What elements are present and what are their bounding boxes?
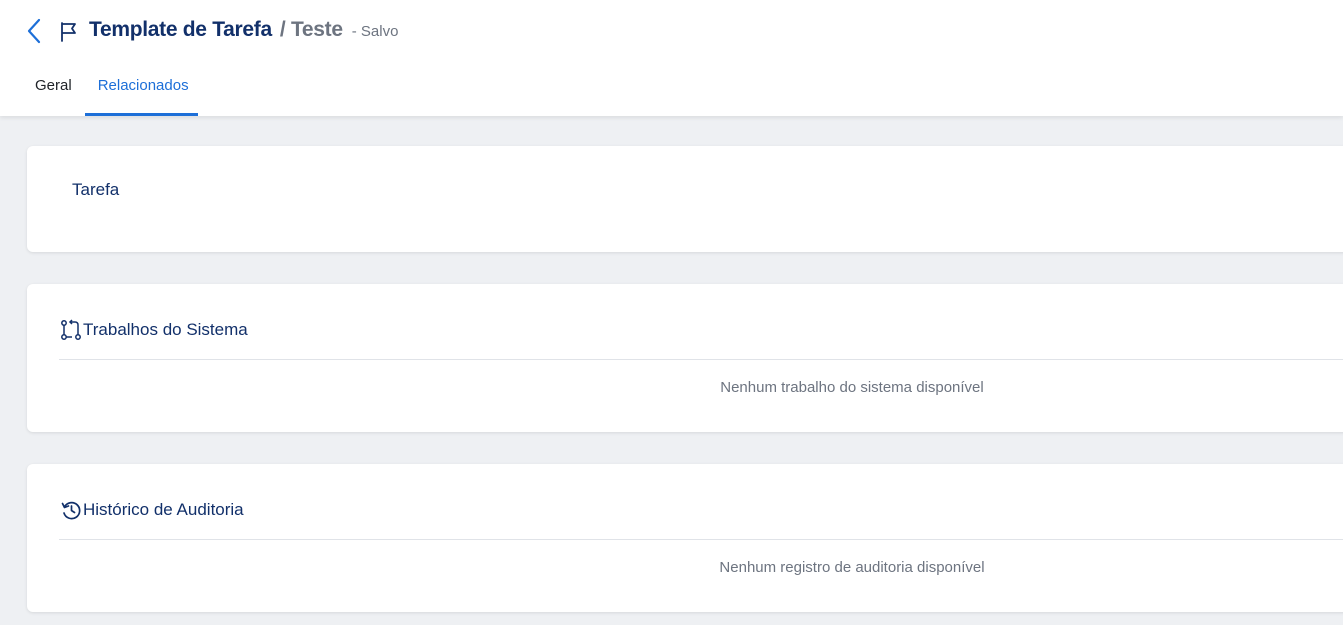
audit-history-header: Histórico de Auditoria <box>59 498 244 522</box>
tarefa-title: Tarefa <box>72 180 120 199</box>
flag-icon <box>61 22 76 42</box>
system-jobs-title: Trabalhos do Sistema <box>83 320 248 339</box>
audit-history-card: Histórico de Auditoria Nenhum registro d… <box>27 464 1343 612</box>
divider <box>59 539 1343 540</box>
breadcrumb: Template de Tarefa / Teste - Salvo <box>89 18 398 48</box>
back-button[interactable] <box>22 16 46 46</box>
audit-history-title: Histórico de Auditoria <box>83 500 244 519</box>
page-title: Template de Tarefa <box>89 18 272 41</box>
tarefa-card: Tarefa <box>27 146 1343 252</box>
page-header: Template de Tarefa / Teste - Salvo Geral… <box>0 0 1343 116</box>
tab-geral[interactable]: Geral <box>22 64 81 116</box>
history-icon <box>59 498 83 522</box>
tab-relacionados[interactable]: Relacionados <box>84 64 198 116</box>
tab-bar: Geral Relacionados <box>22 64 202 116</box>
record-name: / Teste <box>279 18 343 41</box>
chevron-left-icon[interactable] <box>26 18 42 44</box>
system-jobs-empty-message: Nenhum trabalho do sistema disponível <box>720 379 984 396</box>
system-jobs-card: Trabalhos do Sistema Nenhum trabalho do … <box>27 284 1343 432</box>
divider <box>59 359 1343 360</box>
audit-history-empty-message: Nenhum registro de auditoria disponível <box>719 559 985 576</box>
system-jobs-header: Trabalhos do Sistema <box>59 318 248 342</box>
save-status: - Salvo <box>351 23 399 40</box>
workflow-icon <box>59 318 83 342</box>
